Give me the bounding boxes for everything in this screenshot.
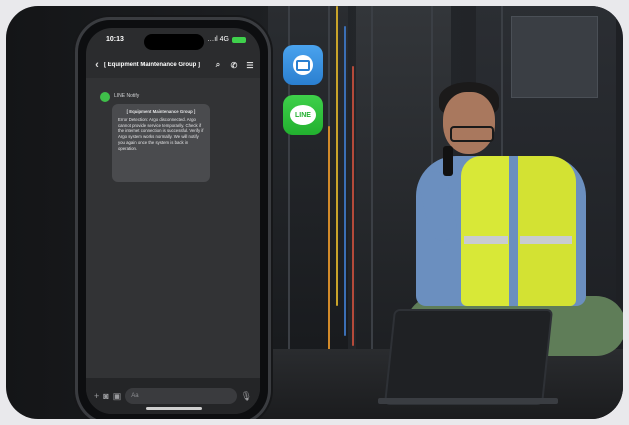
status-time: 10:13 (106, 36, 124, 43)
cable (328, 126, 330, 356)
cable (344, 26, 346, 336)
message-input[interactable]: Aa (125, 388, 237, 404)
hero-image: LINE 10:13 …ıl 4G ‹ [ Equipment Maintena… (6, 6, 623, 419)
microphone-icon[interactable]: 🎙 (241, 391, 252, 402)
safety-vest (461, 156, 509, 306)
phone-call-icon[interactable]: ✆ (228, 61, 240, 70)
vest-stripe (464, 236, 508, 244)
cable (352, 66, 354, 346)
line-app-icon[interactable]: LINE (283, 95, 323, 135)
battery-icon (232, 36, 246, 43)
home-indicator (146, 407, 202, 410)
sender-name: LINE Notify (114, 93, 140, 99)
chat-title: [ Equipment Maintenance Group ] (104, 62, 201, 68)
image-icon[interactable]: ▣ (113, 391, 122, 402)
mail-icon (293, 55, 313, 75)
status-bar: 10:13 …ıl 4G (86, 28, 260, 52)
glasses (450, 126, 494, 142)
mail-app-icon[interactable] (283, 45, 323, 85)
message-title: [ Equipment Maintenance Group ] (126, 109, 196, 114)
held-phone (443, 146, 453, 176)
message-bubble: [ Equipment Maintenance Group ] Error De… (112, 104, 210, 182)
menu-icon[interactable]: ☰ (244, 61, 256, 70)
worker-head (443, 92, 495, 154)
phone-mockup: 10:13 …ıl 4G ‹ [ Equipment Maintenance G… (78, 20, 268, 419)
plus-icon[interactable]: + (94, 391, 99, 401)
dynamic-island (144, 34, 204, 50)
sender-avatar (100, 92, 110, 102)
phone-screen: 10:13 …ıl 4G ‹ [ Equipment Maintenance G… (86, 28, 260, 414)
back-chevron-icon[interactable]: ‹ (90, 59, 104, 71)
signal-icon: …ıl 4G (207, 36, 229, 43)
search-icon[interactable]: ⌕ (212, 60, 224, 70)
message-text: Error Detection: Argo disconnected. Argo… (118, 116, 204, 151)
electrical-panel (511, 16, 598, 98)
camera-icon[interactable]: ◙ (103, 391, 108, 401)
line-icon: LINE (290, 105, 316, 125)
safety-vest (518, 156, 576, 306)
chat-body: LINE Notify [ Equipment Maintenance Grou… (86, 78, 260, 378)
chat-header: ‹ [ Equipment Maintenance Group ] ⌕ ✆ ☰ (86, 54, 260, 76)
laptop (383, 309, 554, 405)
laptop-base (378, 398, 558, 404)
vest-stripe (520, 236, 572, 244)
cable (336, 6, 338, 306)
